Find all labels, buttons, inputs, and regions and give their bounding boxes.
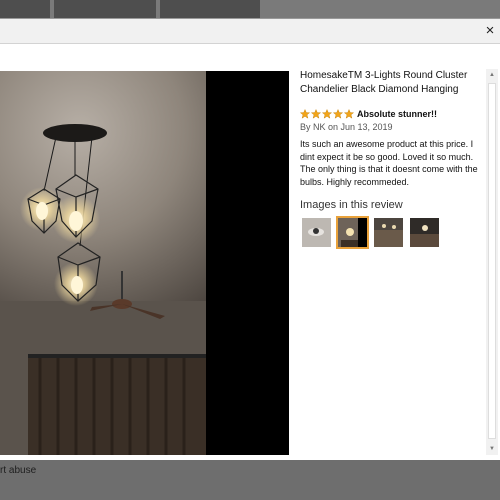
modal-header: × <box>0 19 500 44</box>
review-title: Absolute stunner!! <box>357 109 437 119</box>
star-icon <box>344 109 354 119</box>
review-thumbnails <box>300 216 485 249</box>
background-thumbnail <box>0 0 50 18</box>
report-abuse-link[interactable]: rt abuse <box>0 465 36 476</box>
thumbnail-1[interactable] <box>300 216 333 249</box>
thumbnail-3[interactable] <box>372 216 405 249</box>
review-photo <box>0 71 289 455</box>
scroll-down-arrow-icon[interactable]: ▼ <box>486 443 498 455</box>
thumbnail-2[interactable] <box>336 216 369 249</box>
star-rating <box>300 109 355 119</box>
review-byline: By NK on Jun 13, 2019 <box>300 122 393 132</box>
close-icon: × <box>485 22 495 39</box>
background-page-header <box>0 0 500 18</box>
review-body: Its such an awesome product at this pric… <box>300 139 478 187</box>
thumbnail-4[interactable] <box>408 216 441 249</box>
review-details: HomesakeTM 3-Lights Round Cluster Chande… <box>300 69 485 249</box>
star-icon <box>300 109 310 119</box>
scrollbar-thumb[interactable] <box>488 83 496 439</box>
star-icon <box>311 109 321 119</box>
images-in-review-heading: Images in this review <box>300 199 403 211</box>
close-button[interactable]: × <box>482 22 498 40</box>
scroll-up-arrow-icon[interactable]: ▲ <box>486 69 498 81</box>
product-title-link[interactable]: HomesakeTM 3-Lights Round Cluster Chande… <box>300 69 485 97</box>
background-thumbnail <box>54 0 156 18</box>
background-page-footer <box>0 460 500 500</box>
star-icon <box>333 109 343 119</box>
star-icon <box>322 109 332 119</box>
background-thumbnail <box>160 0 260 18</box>
scrollbar[interactable]: ▲ ▼ <box>486 69 498 455</box>
review-image-modal: × HomesakeTM 3-Lights Round Cluster Chan… <box>0 18 500 460</box>
review-rating-row: Absolute stunner!! <box>300 107 485 121</box>
